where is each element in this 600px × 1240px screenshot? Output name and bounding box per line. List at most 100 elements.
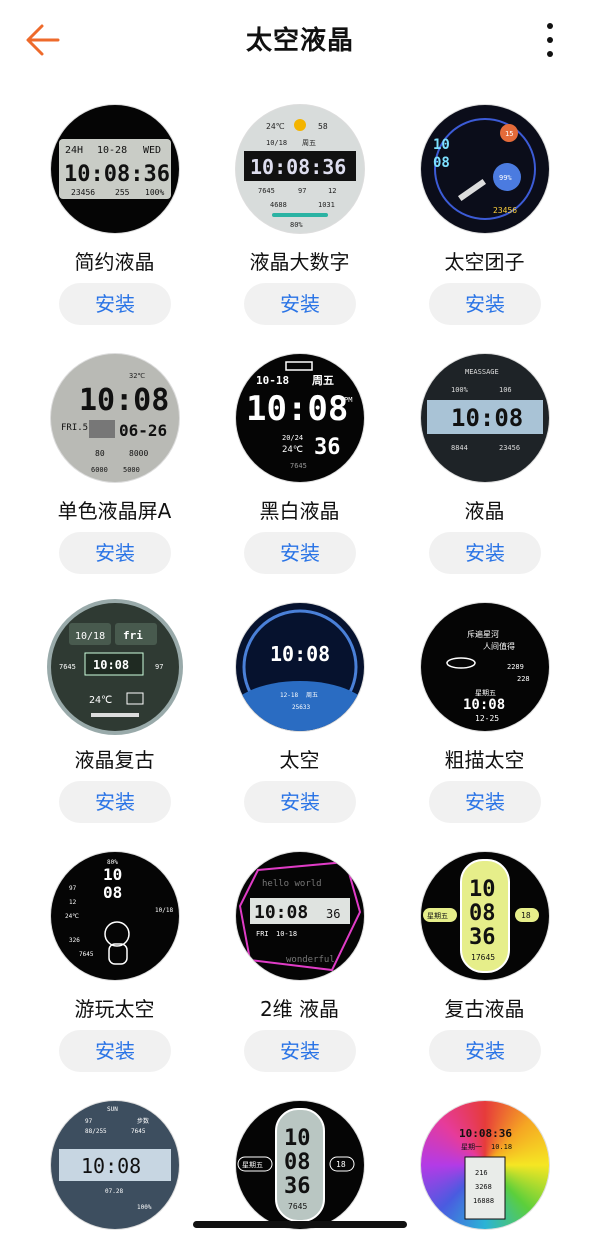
face-text: FRI.5 (61, 423, 88, 433)
face-text: 15 (505, 130, 513, 138)
face-text: 8000 (129, 449, 148, 458)
face-text: 10 (103, 865, 122, 884)
face-text: 10/18 (75, 631, 105, 642)
face-text: 10-18 (256, 374, 289, 387)
face-text: 97 (155, 663, 163, 671)
face-text: 4688 (270, 201, 287, 209)
watchface-name: 粗描太空 (444, 748, 525, 772)
face-text: 10:08:36 (459, 1127, 512, 1140)
weather-icon (89, 420, 115, 438)
watchface-preview[interactable]: 10-18 周五 10:08 PM 20/24 24℃ 36 7645 (236, 354, 364, 482)
face-text: 10 (433, 137, 450, 153)
install-button[interactable]: 安装 (59, 283, 171, 325)
watchface-preview[interactable]: 斥遍星河 人间值得 2289 228 星期五 10:08 12-25 (421, 603, 549, 731)
face-text: 6000 (91, 466, 108, 474)
watchface-preview[interactable]: 80% 10 08 97 12 24℃ 10/18 326 7645 (51, 852, 179, 980)
watchface-preview[interactable]: 10:08 12-18 周五 25633 (236, 603, 364, 731)
face-text: 228 (517, 675, 530, 683)
face-text: 06-26 (119, 421, 167, 440)
watchface-preview[interactable]: 10 08 15 99% 23456 (421, 105, 549, 233)
face-text: 18 (521, 911, 531, 920)
sun-icon (294, 119, 306, 131)
face-text: hello world (262, 879, 322, 889)
face-text: 5000 (123, 466, 140, 474)
top-bar: 太空液晶 (0, 0, 600, 80)
face-text: 08 (469, 901, 496, 926)
face-text: 10 (469, 877, 496, 902)
face-text: 32℃ (129, 372, 145, 380)
watchface-preview[interactable]: 24H 10-28 WED 10:08:36 23456 255 100% (51, 105, 179, 233)
install-button[interactable]: 安装 (59, 1030, 171, 1072)
install-button[interactable]: 安装 (429, 532, 541, 574)
install-button[interactable]: 安装 (429, 283, 541, 325)
face-text: 80% (290, 221, 303, 229)
face-text: 斥遍星河 (467, 629, 499, 639)
face-text: 36 (326, 907, 340, 921)
face-text: 24℃ (65, 913, 79, 920)
face-text: 97 (298, 187, 306, 195)
home-indicator[interactable] (193, 1221, 407, 1228)
face-text: 10:08 (79, 383, 169, 418)
face-text: 10.18 (491, 1143, 512, 1151)
face-text: 7645 (288, 1202, 307, 1211)
face-text: 07.28 (105, 1188, 123, 1195)
install-button[interactable]: 安装 (244, 781, 356, 823)
watchface-preview[interactable]: 10 08 36 星期五 18 17645 (421, 852, 549, 980)
face-text: 58 (318, 122, 328, 131)
face-text: 100% (137, 1204, 152, 1211)
face-text: 7645 (59, 663, 76, 671)
face-text: 10:08 (451, 404, 523, 432)
watchface-preview[interactable]: 10 08 36 星期五 18 7645 (236, 1101, 364, 1229)
install-button[interactable]: 安装 (244, 532, 356, 574)
watchface-preview[interactable]: SUN 97 88/255 步数 7645 10:08 07.28 100% (51, 1101, 179, 1229)
face-text: 24℃ (266, 122, 285, 131)
watchface-name: 2维 液晶 (259, 997, 340, 1021)
face-text: 周五 (302, 139, 316, 147)
more-options-icon[interactable] (536, 18, 564, 62)
watchface-name: 液晶 (464, 499, 505, 523)
install-button[interactable]: 安装 (244, 283, 356, 325)
watchface-name: 液晶复古 (74, 748, 155, 772)
face-text: 20/24 (282, 434, 303, 442)
install-button[interactable]: 安装 (59, 532, 171, 574)
face-text: 7645 (290, 462, 307, 470)
watchface-preview[interactable]: 10/18 fri 10:08 7645 97 24℃ (51, 603, 179, 731)
telescope-icon (457, 178, 487, 202)
face-text: 100% (451, 386, 469, 394)
face-text: 星期一 (461, 1143, 482, 1151)
face-text: 08 (284, 1150, 311, 1175)
watchface-preview[interactable]: hello world 10:08 36 FRI 10-18 wonderful (236, 852, 364, 980)
face-text: 7645 (258, 187, 275, 195)
face-text: 18 (336, 1160, 346, 1169)
face-text: 10:08 (246, 389, 348, 429)
face-text: 100% (145, 188, 164, 197)
face-text: SUN (107, 1106, 118, 1113)
face-text: 周五 (306, 692, 318, 699)
watchface-preview[interactable]: 10:08:36 星期一 10.18 216 3268 16888 (421, 1101, 549, 1229)
face-text: 08 (103, 883, 122, 902)
ufo-icon (446, 657, 476, 669)
watchface-name: 游玩太空 (74, 997, 155, 1021)
face-text: 12-18 (280, 692, 298, 699)
watchface-preview[interactable]: 24℃ 58 10/18 周五 10:08:36 7645 97 12 4688… (236, 105, 364, 233)
face-text: 10/18 (155, 907, 173, 914)
watchface-name: 黑白液晶 (259, 499, 340, 523)
astronaut-icon (104, 921, 130, 947)
face-text: 10 (284, 1126, 311, 1151)
face-text: 99% (499, 174, 512, 182)
install-button[interactable]: 安装 (59, 781, 171, 823)
face-text: 10:08 (463, 697, 505, 713)
face-text: 23456 (499, 444, 520, 452)
watchface-name: 单色液晶屏A (57, 499, 172, 523)
install-button[interactable]: 安装 (429, 1030, 541, 1072)
face-text: 25633 (292, 704, 310, 711)
face-text: 255 (115, 188, 130, 197)
watchface-name: 液晶大数字 (249, 250, 350, 274)
install-button[interactable]: 安装 (429, 781, 541, 823)
face-text: 1031 (318, 201, 335, 209)
watchface-preview[interactable]: MEASSAGE 100% 106 10:08 8844 23456 (421, 354, 549, 482)
face-text: fri (123, 629, 143, 642)
install-button[interactable]: 安装 (244, 1030, 356, 1072)
watchface-preview[interactable]: 32℃ 10:08 FRI.5 06-26 80 8000 6000 5000 (51, 354, 179, 482)
face-text: 星期五 (427, 912, 448, 920)
